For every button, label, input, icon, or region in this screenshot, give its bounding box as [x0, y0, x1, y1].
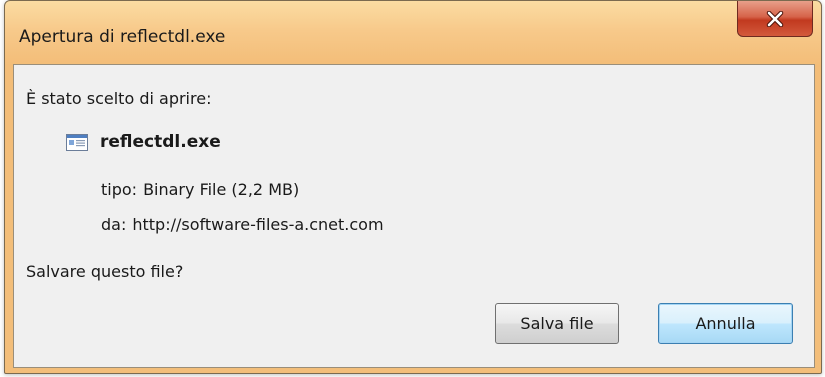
file-type-label: tipo:	[101, 180, 138, 199]
file-source-value: http://software-files-a.cnet.com	[132, 215, 384, 234]
file-row: reflectdl.exe	[66, 132, 221, 152]
download-dialog-window: Apertura di reflectdl.exe È stato scelto…	[4, 0, 822, 374]
save-question-text: Salvare questo file?	[26, 262, 184, 281]
save-file-button[interactable]: Salva file	[495, 303, 619, 344]
close-button[interactable]	[737, 1, 813, 37]
executable-file-icon	[66, 133, 88, 151]
title-bar[interactable]: Apertura di reflectdl.exe	[5, 1, 821, 65]
dialog-body: È stato scelto di aprire: reflectdl.exe …	[13, 64, 815, 368]
cancel-button[interactable]: Annulla	[658, 303, 793, 344]
file-type-value: Binary File (2,2 MB)	[143, 180, 300, 199]
file-source-row: da: http://software-files-a.cnet.com	[101, 215, 384, 234]
file-source-label: da:	[101, 215, 127, 234]
window-title: Apertura di reflectdl.exe	[19, 27, 226, 47]
open-prompt-text: È stato scelto di aprire:	[26, 89, 212, 108]
file-type-row: tipo: Binary File (2,2 MB)	[101, 180, 299, 199]
file-name: reflectdl.exe	[100, 132, 221, 152]
close-icon	[766, 10, 784, 27]
